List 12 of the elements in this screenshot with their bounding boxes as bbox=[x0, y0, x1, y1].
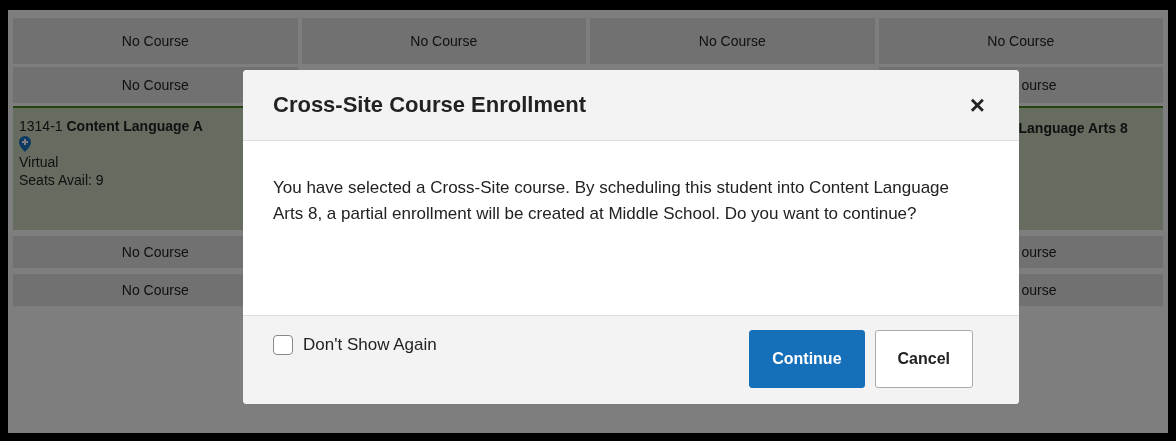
course-title: 1314-1 Content Language A bbox=[19, 118, 203, 134]
schedule-cell[interactable]: No Course bbox=[301, 18, 586, 64]
seats-text: Seats Avail: 9 bbox=[19, 172, 104, 188]
location-text: Virtual bbox=[19, 154, 59, 170]
schedule-cell[interactable]: No Course bbox=[590, 18, 875, 64]
location-pin-icon bbox=[19, 136, 31, 152]
schedule-cell[interactable]: No Course bbox=[878, 18, 1163, 64]
schedule-cell[interactable]: No Course bbox=[13, 18, 298, 64]
checkbox[interactable] bbox=[273, 335, 293, 355]
cancel-button[interactable]: Cancel bbox=[874, 330, 973, 388]
continue-button[interactable]: Continue bbox=[749, 330, 865, 388]
checkbox-label[interactable]: Don't Show Again bbox=[303, 335, 437, 355]
